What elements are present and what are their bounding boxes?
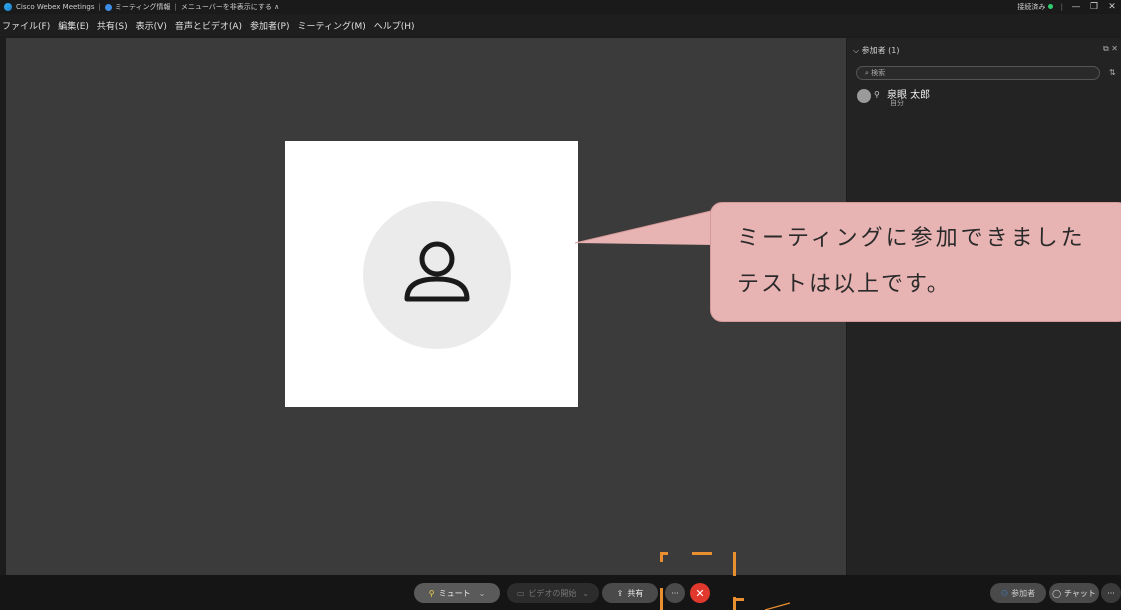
share-button[interactable]: ⇪ 共有	[602, 583, 658, 603]
participants-toggle-button[interactable]: ⚇ 参加者	[990, 583, 1046, 603]
callout-bubble: ミーティングに参加できました テストは以上です。	[710, 202, 1121, 322]
highlight-mark	[733, 552, 736, 576]
chevron-down-icon[interactable]: ⌄	[582, 589, 589, 598]
leave-meeting-button[interactable]: ✕	[690, 583, 710, 603]
highlight-mark	[660, 552, 668, 555]
start-video-button[interactable]: ▭ ビデオの開始 ⌄	[507, 583, 599, 603]
title-bar: Cisco Webex Meetings | ミーティング情報 | メニューバー…	[0, 0, 1121, 14]
participant-row[interactable]: ⚲ 泉眼 太郎 自分	[857, 86, 1057, 108]
participant-video-tile	[285, 141, 578, 407]
participant-avatar-icon	[857, 89, 871, 103]
highlight-mark	[660, 588, 663, 610]
camera-icon: ▭	[516, 588, 525, 598]
participant-role: 自分	[890, 99, 904, 107]
meeting-info-link[interactable]: ミーティング情報	[115, 2, 171, 12]
chat-toggle-button[interactable]: ◯ チャット	[1049, 583, 1099, 603]
hide-menubar-toggle[interactable]: メニューバーを非表示にする ∧	[181, 2, 279, 12]
popout-icon[interactable]: ⧉	[1103, 44, 1109, 53]
more-panels-button[interactable]: ···	[1101, 583, 1121, 603]
chat-bubble-icon: ◯	[1052, 588, 1062, 598]
mute-button[interactable]: ⚲ ミュート ⌄	[414, 583, 500, 603]
restore-button[interactable]: ❐	[1089, 2, 1099, 12]
menu-file[interactable]: ファイル(F)	[2, 19, 50, 32]
panel-title[interactable]: ⌵ 参加者 (1)	[853, 45, 899, 56]
menu-help[interactable]: ヘルプ(H)	[374, 19, 415, 32]
menu-share[interactable]: 共有(S)	[97, 19, 128, 32]
callout-line-1: ミーティングに参加できました	[737, 226, 1086, 251]
panel-header: ⌵ 参加者 (1) ⧉ ✕	[847, 42, 1121, 58]
minimize-button[interactable]: —	[1071, 2, 1081, 12]
control-bar: ⚲ ミュート ⌄ ▭ ビデオの開始 ⌄ ⇪ 共有 ··· ✕ ⚇ 参加者 ◯ チ…	[0, 575, 1121, 610]
menu-edit[interactable]: 編集(E)	[58, 19, 89, 32]
chevron-down-icon[interactable]: ⌄	[479, 589, 486, 598]
app-title: Cisco Webex Meetings	[16, 3, 95, 11]
avatar	[363, 201, 511, 349]
participant-search-input[interactable]: ⌕ 検索	[856, 66, 1100, 80]
connection-status: 接続済み	[1017, 2, 1053, 12]
mic-icon: ⚲	[874, 90, 880, 99]
close-panel-icon[interactable]: ✕	[1111, 44, 1118, 53]
menu-bar: ファイル(F) 編集(E) 共有(S) 表示(V) 音声とビデオ(A) 参加者(…	[0, 14, 1121, 36]
menu-meeting[interactable]: ミーティング(M)	[298, 19, 366, 32]
menu-participants[interactable]: 参加者(P)	[250, 19, 289, 32]
webex-logo-icon	[4, 3, 12, 11]
menu-view[interactable]: 表示(V)	[136, 19, 167, 32]
close-window-button[interactable]: ✕	[1107, 2, 1117, 12]
person-icon	[404, 241, 470, 302]
participants-icon: ⚇	[1000, 588, 1009, 598]
search-icon: ⌕	[865, 69, 869, 77]
microphone-icon: ⚲	[428, 588, 435, 598]
webex-window: Cisco Webex Meetings | ミーティング情報 | メニューバー…	[0, 0, 1121, 610]
window-controls: 接続済み | — ❐ ✕	[1017, 2, 1117, 12]
callout-tail	[574, 209, 716, 245]
share-icon: ⇪	[616, 588, 624, 598]
highlight-mark	[692, 552, 712, 555]
callout-line-2: テストは以上です。	[737, 272, 951, 297]
info-icon[interactable]	[104, 3, 112, 11]
sort-icon[interactable]: ⇅	[1109, 68, 1116, 77]
menu-audio-video[interactable]: 音声とビデオ(A)	[175, 19, 242, 32]
connected-dot-icon	[1047, 4, 1053, 9]
highlight-mark	[736, 598, 744, 601]
more-options-button[interactable]: ···	[665, 583, 685, 603]
